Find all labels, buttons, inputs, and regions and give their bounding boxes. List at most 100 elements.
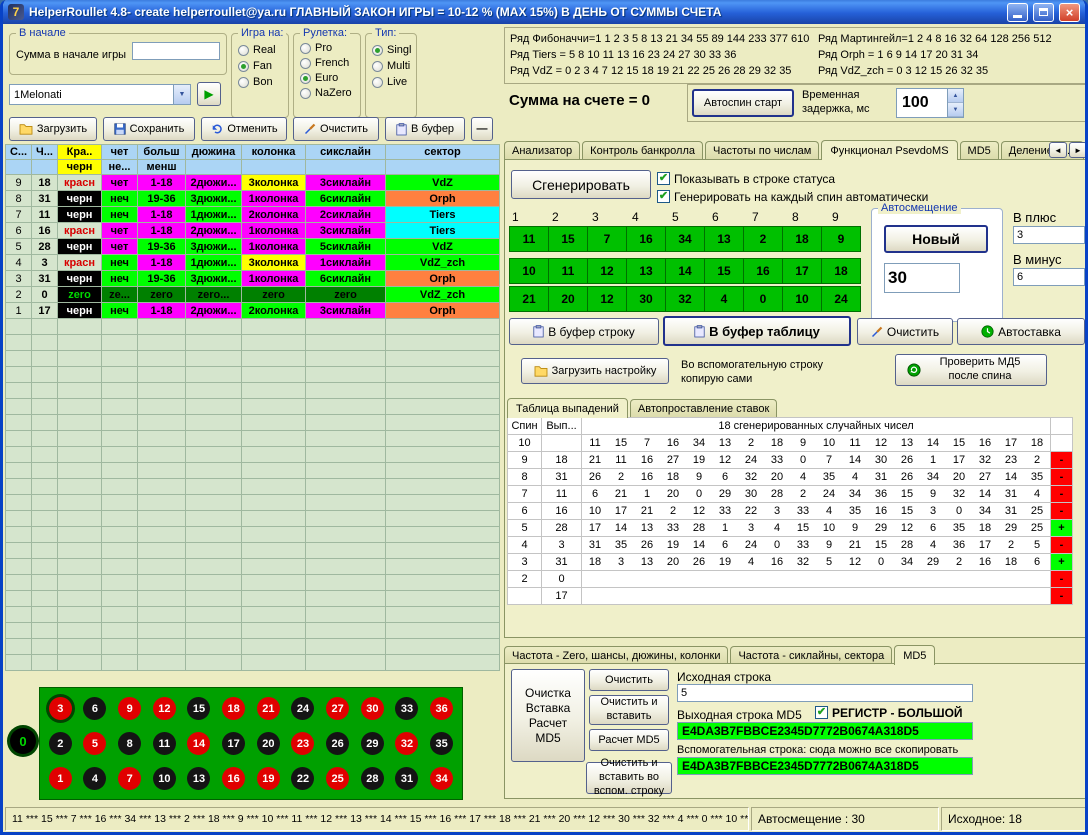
board-number-36[interactable]: 36 <box>430 697 453 720</box>
generated-number-cell[interactable]: 9 <box>821 226 861 252</box>
spin-row[interactable]: 331183132026194163251203429216186+ <box>508 554 1073 571</box>
main-tab-2[interactable]: Частоты по числам <box>705 141 819 159</box>
undo-button[interactable]: Отменить <box>201 117 287 141</box>
main-tab-3[interactable]: Функционал PsevdoMS <box>821 140 957 160</box>
spin-row[interactable]: 5281714133328134151092912635182925+ <box>508 520 1073 537</box>
copy-row-button[interactable]: В буфер строку <box>509 318 659 345</box>
copy-buffer-button[interactable]: В буфер <box>385 117 465 141</box>
autobet-button[interactable]: Автоставка <box>957 318 1085 345</box>
board-number-2[interactable]: 2 <box>49 732 72 755</box>
generated-number-cell[interactable]: 13 <box>704 226 744 252</box>
spinner-up-button[interactable]: ▲ <box>948 89 963 103</box>
md5-source-input[interactable]: 5 <box>677 684 973 702</box>
freq-tab-1[interactable]: Частота - сиклайны, сектора <box>730 646 892 664</box>
roulette-option-french[interactable]: French <box>300 57 352 69</box>
board-number-3[interactable]: 3 <box>49 697 72 720</box>
board-number-31[interactable]: 31 <box>395 767 418 790</box>
history-row[interactable]: 528чернчет19-363дюжи...1колонка5сиклайнV… <box>6 239 500 255</box>
generated-number-cell[interactable]: 17 <box>782 258 822 284</box>
type-option-singl[interactable]: Singl <box>372 44 411 56</box>
minus-input[interactable]: 6 <box>1013 268 1085 286</box>
board-number-29[interactable]: 29 <box>361 732 384 755</box>
spin-row[interactable]: 711621120029302822434361593214314- <box>508 486 1073 503</box>
autospin-start-button[interactable]: Автоспин старт <box>692 89 794 117</box>
save-button[interactable]: Сохранить <box>103 117 195 141</box>
board-number-33[interactable]: 33 <box>395 697 418 720</box>
md5-big-button[interactable]: Очистка Вставка Расчет MD5 <box>511 669 585 762</box>
board-number-13[interactable]: 13 <box>187 767 210 790</box>
collapse-button[interactable]: — <box>471 117 493 141</box>
md5-clear-paste-button[interactable]: Очистить и вставить <box>589 695 669 725</box>
game-option-bon[interactable]: Bon <box>238 76 276 88</box>
board-number-35[interactable]: 35 <box>430 732 453 755</box>
md5-calc-button[interactable]: Расчет MD5 <box>589 729 669 751</box>
board-number-6[interactable]: 6 <box>83 697 106 720</box>
game-option-fan[interactable]: Fan <box>238 60 276 72</box>
game-option-real[interactable]: Real <box>238 44 276 56</box>
play-button[interactable]: ▶ <box>197 82 221 106</box>
generated-number-cell[interactable]: 14 <box>665 258 705 284</box>
board-number-18[interactable]: 18 <box>222 697 245 720</box>
board-number-24[interactable]: 24 <box>291 697 314 720</box>
main-tab-1[interactable]: Контроль банкролла <box>582 141 703 159</box>
inner-tab-1[interactable]: Автопроставление ставок <box>630 399 777 417</box>
generated-number-cell[interactable]: 18 <box>782 226 822 252</box>
clear-button[interactable]: Очистить <box>857 318 953 345</box>
freq-tab-2[interactable]: MD5 <box>894 645 935 665</box>
generated-number-cell[interactable]: 4 <box>704 286 744 312</box>
board-number-9[interactable]: 9 <box>118 697 141 720</box>
history-row[interactable]: 117черннеч1-182дюжи...2колонка3сиклайнOr… <box>6 303 500 319</box>
generated-number-cell[interactable]: 7 <box>587 226 627 252</box>
titlebar[interactable]: 7 HelperRoullet 4.8- create helperroulle… <box>3 0 1085 24</box>
maximize-button[interactable] <box>1033 3 1054 22</box>
generated-number-cell[interactable]: 21 <box>509 286 549 312</box>
generated-number-cell[interactable]: 16 <box>743 258 783 284</box>
delay-value[interactable]: 100 <box>897 89 947 117</box>
history-row[interactable]: 711черннеч1-181дюжи...2колонка2сиклайнTi… <box>6 207 500 223</box>
generated-number-cell[interactable]: 11 <box>509 226 549 252</box>
generated-number-cell[interactable]: 34 <box>665 226 705 252</box>
generated-number-cell[interactable]: 11 <box>548 258 588 284</box>
generated-number-cell[interactable]: 20 <box>548 286 588 312</box>
board-number-26[interactable]: 26 <box>326 732 349 755</box>
board-number-5[interactable]: 5 <box>83 732 106 755</box>
board-number-1[interactable]: 1 <box>49 767 72 790</box>
spin-row[interactable]: 20- <box>508 571 1073 588</box>
spin-row[interactable]: 10111571634132189101112131415161718 <box>508 435 1073 452</box>
clear-history-button[interactable]: Очистить <box>293 117 379 141</box>
tab-scroll-right-button[interactable]: ► <box>1069 142 1087 158</box>
md5-aux-field[interactable]: E4DA3B7FBBCE2345D7772B0674A318D5 <box>677 757 973 775</box>
md5-clear-button[interactable]: Очистить <box>589 669 669 691</box>
generated-number-cell[interactable]: 13 <box>626 258 666 284</box>
board-number-32[interactable]: 32 <box>395 732 418 755</box>
freq-tab-0[interactable]: Частота - Zero, шансы, дюжины, колонки <box>504 646 728 664</box>
spin-row[interactable]: 8312621618963220435431263420271435- <box>508 469 1073 486</box>
history-row[interactable]: 831черннеч19-363дюжи...1колонка6сиклайнO… <box>6 191 500 207</box>
generated-number-cell[interactable]: 16 <box>626 226 666 252</box>
md5-clear-paste-aux-button[interactable]: Очистить и вставить во вспом. строку <box>586 762 672 794</box>
history-row[interactable]: 20zeroze...zerozero...zerozeroVdZ_zch <box>6 287 500 303</box>
board-number-11[interactable]: 11 <box>153 732 176 755</box>
board-number-34[interactable]: 34 <box>430 767 453 790</box>
board-number-10[interactable]: 10 <box>153 767 176 790</box>
generated-number-cell[interactable]: 10 <box>782 286 822 312</box>
generated-number-cell[interactable]: 30 <box>626 286 666 312</box>
generate-button[interactable]: Сгенерировать <box>511 170 651 199</box>
spin-row[interactable]: 6161017212123322333435161530343125- <box>508 503 1073 520</box>
spin-row[interactable]: 17- <box>508 588 1073 605</box>
spin-row[interactable]: 43313526191462403392115284361725- <box>508 537 1073 554</box>
history-row[interactable]: 616краснчет1-182дюжи...1колонка3сиклайнT… <box>6 223 500 239</box>
type-option-multi[interactable]: Multi <box>372 60 411 72</box>
roulette-option-euro[interactable]: Euro <box>300 72 352 84</box>
roulette-option-nazero[interactable]: NaZero <box>300 87 352 99</box>
board-number-25[interactable]: 25 <box>326 767 349 790</box>
type-option-live[interactable]: Live <box>372 76 411 88</box>
board-number-23[interactable]: 23 <box>291 732 314 755</box>
register-checkbox[interactable]: ✔ РЕГИСТР - БОЛЬШОЙ <box>815 706 963 720</box>
show-in-status-checkbox[interactable]: ✔ Показывать в строке статуса <box>657 172 835 186</box>
generated-number-cell[interactable]: 12 <box>587 258 627 284</box>
check-md5-button[interactable]: Проверить МД5 после спина <box>895 354 1047 386</box>
generated-number-cell[interactable]: 24 <box>821 286 861 312</box>
spin-row[interactable]: 91821111627191224330714302611732232- <box>508 452 1073 469</box>
preset-select[interactable]: 1Melonati ▼ <box>9 84 191 105</box>
